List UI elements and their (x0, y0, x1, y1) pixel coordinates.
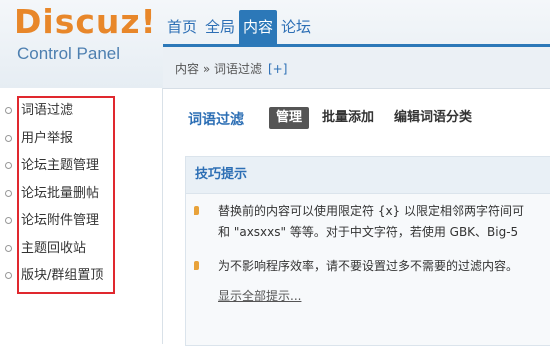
bullet-icon (5, 244, 12, 252)
sidebar-item-label: 论坛批量删帖 (21, 185, 100, 201)
sidebar-item-label: 论坛附件管理 (21, 213, 100, 228)
sidebar-item-label: 词语过滤 (21, 103, 74, 118)
sidebar-item-word-filter[interactable]: 词语过滤 (0, 98, 103, 126)
bullet-icon (194, 206, 199, 215)
tip-item: 替换前的内容可以使用限定符 {x} 以限定相邻两字符间可 和 "axsxxs" … (194, 201, 524, 243)
bullet-icon (5, 272, 12, 279)
tip-text-line: 和 "axsxxs" 等等。对于中文字符，若使用 GBK、Big-5 (218, 225, 519, 239)
bullet-icon (5, 107, 12, 114)
sidebar-menu: 词语过滤 用户举报 论坛主题管理 论坛批量删帖 论坛附件管理 主题回收站 版块/… (0, 98, 103, 291)
logo[interactable]: Discuz! Control Panel (14, 2, 156, 63)
add-shortcut-link[interactable]: [+] (268, 62, 287, 76)
breadcrumb-path: 内容 » 词语过滤 (175, 62, 262, 76)
sidebar-item-thread-management[interactable]: 论坛主题管理 (0, 153, 103, 181)
sidebar: 词语过滤 用户举报 论坛主题管理 论坛批量删帖 论坛附件管理 主题回收站 版块/… (0, 88, 163, 344)
topnav-global[interactable]: 全局 (201, 10, 239, 44)
sidebar-item-attachment-management[interactable]: 论坛附件管理 (0, 208, 103, 236)
sidebar-item-user-reports[interactable]: 用户举报 (0, 126, 103, 154)
tips-panel: 技巧提示 替换前的内容可以使用限定符 {x} 以限定相邻两字符间可 和 "axs… (185, 156, 550, 346)
tab-bar: 管理 批量添加 编辑词语分类 (269, 107, 479, 129)
topnav-content[interactable]: 内容 (239, 10, 278, 44)
sidebar-item-label: 版块/群组置顶 (21, 268, 104, 283)
bullet-icon (5, 162, 12, 169)
logo-subtitle: Control Panel (17, 44, 121, 63)
sidebar-item-batch-delete-posts[interactable]: 论坛批量删帖 (0, 181, 103, 209)
sidebar-item-sticky-threads[interactable]: 版块/群组置顶 (0, 263, 103, 291)
tab-edit-categories[interactable]: 编辑词语分类 (387, 107, 479, 129)
bullet-icon (194, 261, 199, 270)
sidebar-item-recycle-bin[interactable]: 主题回收站 (0, 236, 103, 264)
sidebar-item-label: 主题回收站 (21, 240, 87, 256)
show-all-tips-link[interactable]: 显示全部提示... (218, 287, 301, 304)
bullet-icon (5, 189, 12, 197)
page-title: 词语过滤 (188, 112, 244, 128)
tip-item: 为不影响程序效率，请不要设置过多不需要的过滤内容。 (194, 256, 518, 277)
sidebar-item-label: 论坛主题管理 (21, 158, 100, 173)
sidebar-item-label: 用户举报 (21, 130, 74, 146)
top-nav: 首页 全局 内容 论坛 (163, 10, 315, 44)
breadcrumb: 内容 » 词语过滤 [+] (163, 47, 550, 89)
topnav-forum[interactable]: 论坛 (277, 10, 315, 44)
logo-text: Discuz! (14, 2, 157, 41)
main-content: 词语过滤 管理 批量添加 编辑词语分类 技巧提示 替换前的内容可以使用限定符 {… (163, 88, 550, 346)
topnav-home[interactable]: 首页 (163, 10, 201, 44)
tab-batch-add[interactable]: 批量添加 (315, 107, 381, 129)
tip-text-line: 为不影响程序效率，请不要设置过多不需要的过滤内容。 (218, 259, 519, 273)
bullet-icon (5, 217, 12, 224)
tab-manage[interactable]: 管理 (269, 107, 310, 129)
bullet-icon (5, 134, 12, 142)
tip-text-line: 替换前的内容可以使用限定符 {x} 以限定相邻两字符间可 (218, 204, 525, 218)
tips-title: 技巧提示 (186, 157, 550, 194)
